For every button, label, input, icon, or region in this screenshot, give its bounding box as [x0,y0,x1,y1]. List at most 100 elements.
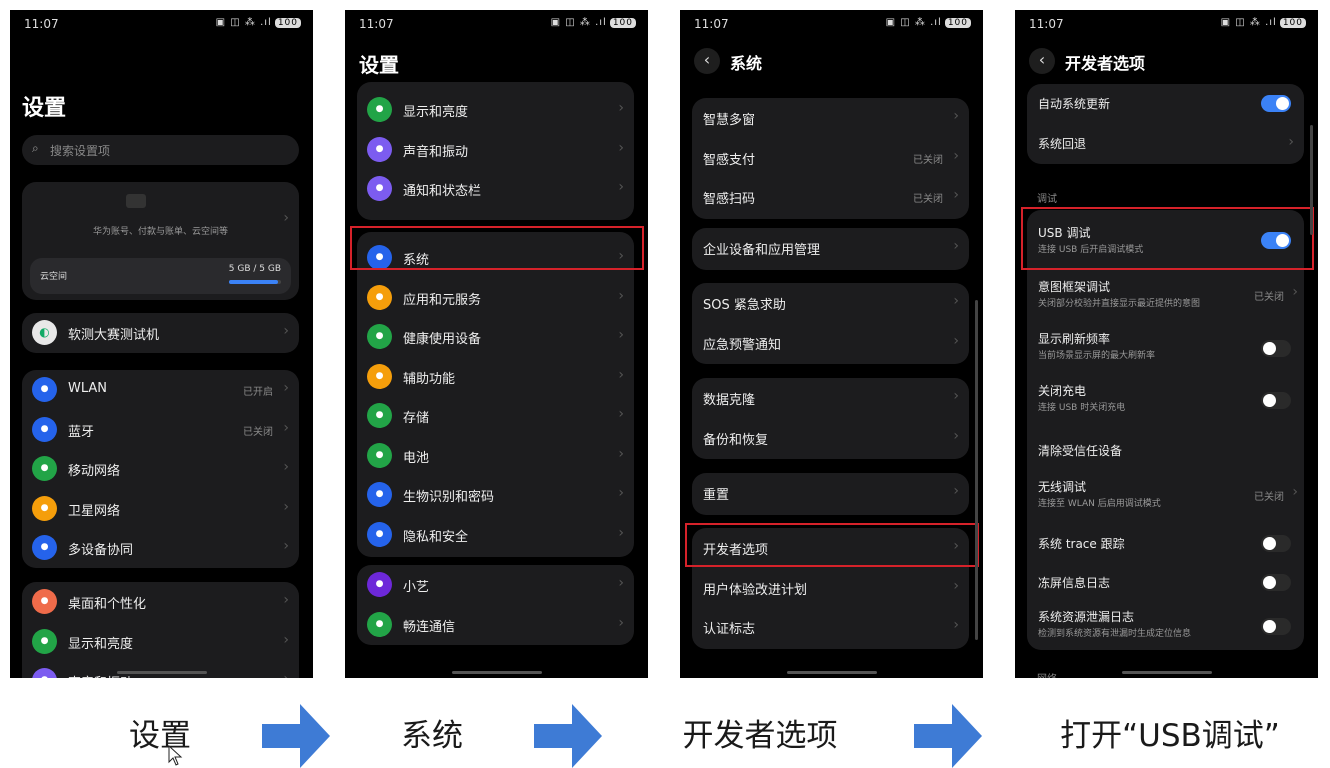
revoke-trusted-label: 清除受信任设备 [1038,444,1123,458]
update-group: 自动系统更新 系统回退 › [1027,84,1304,164]
system-option-row[interactable]: 认证标志 › [692,607,969,646]
hourglass-icon: ● [367,324,392,349]
settings-row[interactable]: ● 应用和元服务 › [357,278,634,317]
disable-charging-row[interactable]: 关闭充电 连接 USB 时关闭充电 [1027,378,1304,424]
mouse-cursor-icon [168,745,183,766]
settings-row[interactable]: ● 蓝牙 已关闭 › [22,410,299,449]
page-title: 设置 [359,53,399,77]
device-card[interactable]: ◐ 软测大赛测试机 › [22,313,299,353]
system-option-row[interactable]: 用户体验改进计划 › [692,568,969,607]
leak-log-description: 检测到系统资源有泄漏时生成定位信息 [1038,629,1192,639]
item-label: 存储 [403,411,430,426]
scrollbar[interactable] [1310,125,1313,235]
system-option-row[interactable]: 智感支付 已关闭 › [692,138,969,177]
rollback-row[interactable]: 系统回退 › [1027,124,1304,163]
chevron-right-icon: › [953,617,959,633]
item-label: 卫星网络 [68,503,121,519]
back-arrow-icon[interactable]: ‹ [1029,48,1055,74]
chevron-right-icon: › [283,538,289,554]
cloud-storage-label: 云空间 [40,272,68,282]
search-input[interactable]: ⌕ 搜索设置项 [22,135,299,165]
freeze-log-toggle[interactable] [1261,574,1291,591]
system-option-row[interactable]: 企业设备和应用管理 › [692,228,969,267]
cloud-storage-bar[interactable]: 云空间 5 GB / 5 GB [30,258,291,294]
sound-icon: ● [32,668,57,678]
leak-log-row[interactable]: 系统资源泄漏日志 检测到系统资源有泄漏时生成定位信息 [1027,604,1304,650]
settings-row[interactable]: ● 畅连通信 › [357,605,634,644]
disable-charging-toggle[interactable] [1261,392,1291,409]
settings-row[interactable]: ● 桌面和个性化 › [22,582,299,621]
system-option-row[interactable]: 重置 › [692,473,969,512]
battery-icon: 100 [944,18,971,28]
phone-screen-settings: 11:07 ▣ ◫ ⁂ .ıl 100 设置 ⌕ 搜索设置项 华为账号、付款与账单… [10,10,313,678]
device-row[interactable]: ◐ 软测大赛测试机 › [22,313,299,352]
settings-row[interactable]: ● 小艺 › [357,565,634,604]
settings-row[interactable]: ● 显示和亮度 › [22,622,299,661]
settings-row[interactable]: ● 卫星网络 › [22,489,299,528]
display-sound-group: ● 显示和亮度 › ● 声音和振动 › ● 通知和状态栏 › [357,82,634,220]
phone-screen-system: 11:07 ▣ ◫ ⁂ .ıl 100 ‹ 系统 智慧多窗 › 智感支付 已关闭 › 智感扫… [680,10,983,678]
caption-step-2: 系统 [401,718,463,754]
settings-row[interactable]: ● 生物识别和密码 › [357,475,634,514]
arrow-right-icon [534,704,602,768]
auto-update-toggle[interactable] [1261,95,1291,112]
settings-row[interactable]: ● 隐私和安全 › [357,515,634,554]
auto-update-row[interactable]: 自动系统更新 [1027,84,1304,123]
system-option-row[interactable]: SOS 紧急求助 › [692,283,969,322]
settings-row[interactable]: ● 健康使用设备 › [357,317,634,356]
trace-toggle[interactable] [1261,535,1291,552]
device-logo-icon: ◐ [32,320,57,345]
settings-row[interactable]: ● 电池 › [357,436,634,475]
status-icons: ▣ ◫ ⁂ .ıl 100 [216,17,301,28]
system-option-row[interactable]: 应急预警通知 › [692,323,969,362]
system-option-row[interactable]: 数据克隆 › [692,378,969,417]
settings-row[interactable]: ● 存储 › [357,396,634,435]
chevron-right-icon: › [1292,284,1298,300]
system-option-row[interactable]: 智慧多窗 › [692,98,969,137]
settings-row[interactable]: ● 显示和亮度 › [357,90,634,129]
arrow-right-icon [262,704,330,768]
item-label: 小艺 [403,580,430,595]
account-card[interactable]: 华为账号、付款与账单、云空间等 › 云空间 5 GB / 5 GB [22,182,299,300]
chevron-right-icon: › [283,592,289,608]
mobile-data-icon: ● [32,456,57,481]
chevron-right-icon: › [283,323,289,339]
settings-row[interactable]: ● 通知和状态栏 › [357,169,634,208]
key-icon: ● [367,482,392,507]
scrollbar[interactable] [975,300,978,640]
chevron-right-icon: › [618,575,624,591]
settings-row[interactable]: ● 移动网络 › [22,449,299,488]
page-header: ‹ 开发者选项 [1029,48,1304,74]
settings-row[interactable]: ● WLAN 已开启 › [22,370,299,409]
storage-progress-track [229,280,281,284]
rollback-label: 系统回退 [1038,137,1087,151]
page-header: ‹ 系统 [694,48,969,74]
system-option-row[interactable]: 备份和恢复 › [692,418,969,457]
chevron-right-icon: › [618,524,624,541]
chevron-right-icon: › [283,631,289,648]
leak-log-toggle[interactable] [1261,618,1291,635]
intent-debug-row[interactable]: 意图框架调试 关闭部分校验并直接显示最近提供的意图 已关闭 › [1027,274,1304,320]
wireless-debug-row[interactable]: 无线调试 连接至 WLAN 后启用调试模式 已关闭 › [1027,472,1304,518]
status-time: 11:07 [694,17,729,31]
settings-row[interactable]: ● 辅助功能 › [357,357,634,396]
palette-icon: ● [32,589,57,614]
auto-update-label: 自动系统更新 [1038,97,1111,111]
search-placeholder: 搜索设置项 [50,144,111,158]
trace-row[interactable]: 系统 trace 跟踪 [1027,524,1304,563]
sound-icon: ● [367,136,392,162]
storage-icon: ● [367,403,392,428]
revoke-trusted-row[interactable]: 清除受信任设备 [1027,432,1304,471]
settings-row[interactable]: ●声音和振动› [22,661,299,678]
satellite-icon: ● [32,495,57,521]
system-option-row[interactable]: 智感扫码 已关闭 › [692,177,969,216]
item-label: 通知和状态栏 [403,184,482,199]
settings-row[interactable]: ●声音和振动› [357,130,634,169]
freeze-log-row[interactable]: 冻屏信息日志 [1027,563,1304,602]
refresh-rate-toggle[interactable] [1261,340,1291,357]
refresh-rate-row[interactable]: 显示刷新频率 当前场景显示屏的最大刷新率 [1027,326,1304,372]
back-arrow-icon[interactable]: ‹ [694,48,720,74]
item-label: SOS 紧急求助 [703,298,786,313]
status-time: 11:07 [24,17,59,31]
settings-row[interactable]: ● 多设备协同 › [22,528,299,567]
